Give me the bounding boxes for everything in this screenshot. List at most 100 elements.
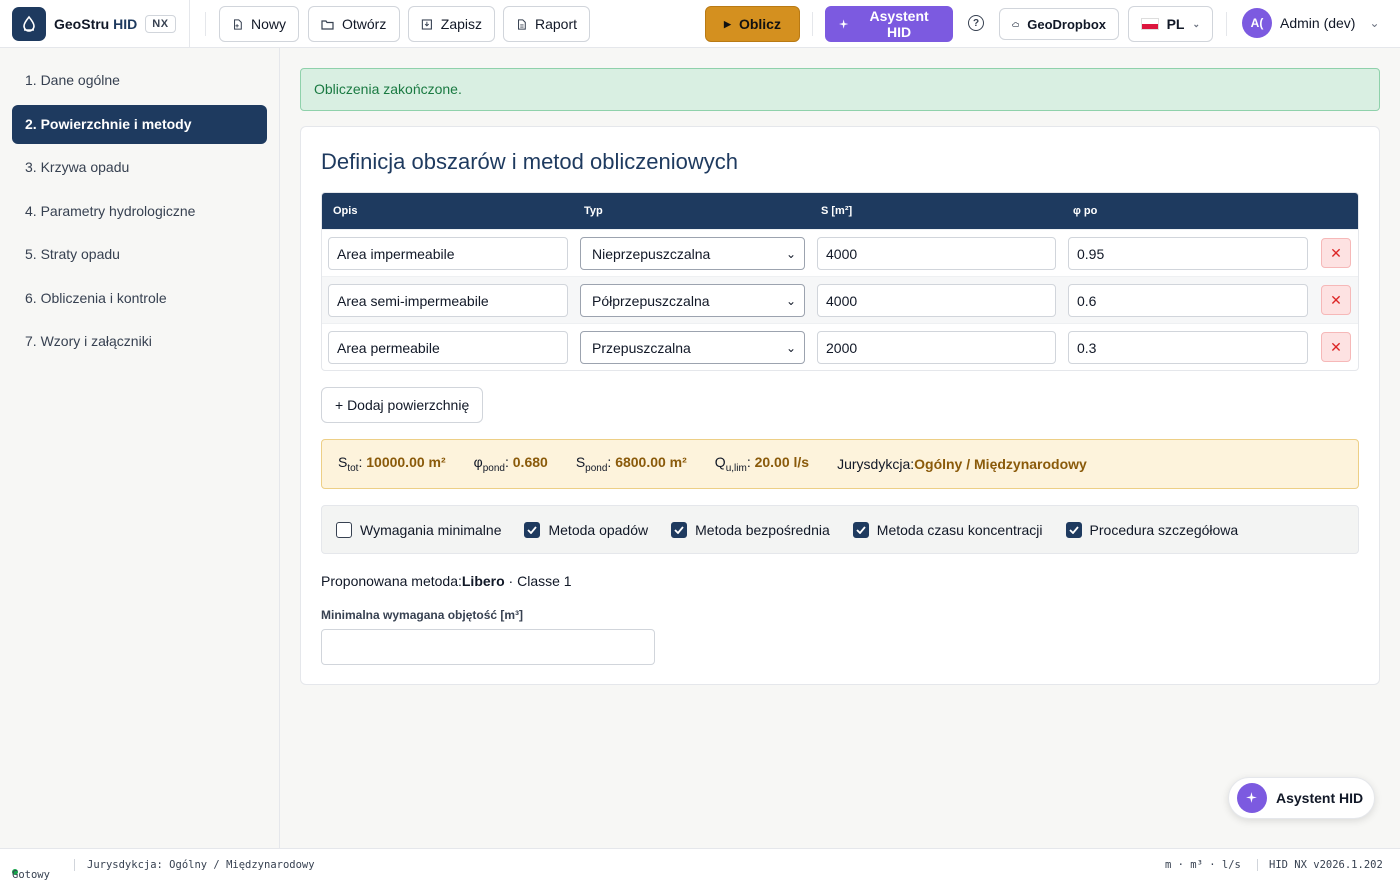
chevron-down-icon: ⌄ [1192,18,1200,29]
add-surface-button[interactable]: + Dodaj powierzchnię [321,387,484,423]
cloud-icon [1012,21,1020,27]
column-header-area: S [m²] [821,205,853,217]
language-label: PL [1166,16,1185,32]
surfaces-table: Opis Typ S [m²] φ po Nieprzepuszczalna ⌄ … [321,192,1359,371]
checkbox-checked-icon[interactable] [1065,521,1082,538]
assistant-button[interactable]: Asystent HID [825,6,953,42]
save-button[interactable]: Zapisz [408,6,495,42]
checkbox-rainfall-method[interactable]: Metoda opadów [524,521,649,538]
help-icon[interactable]: ? [968,15,984,31]
divider [74,859,75,871]
table-row: Przepuszczalna ⌄ ✕ [322,323,1358,370]
geodropbox-label: GeoDropbox [1027,16,1106,32]
checkbox-concentration-time-method[interactable]: Metoda czasu koncentracji [852,521,1043,538]
sidebar-item-losses[interactable]: 5. Straty opadu [12,235,267,274]
phi-input[interactable] [1068,284,1308,317]
phi-input[interactable] [1068,331,1308,364]
delete-row-button[interactable]: ✕ [1321,332,1351,362]
chevron-down-icon: ⌄ [1369,16,1380,30]
summary-s-pond: Spond: 6800.00 m² [575,454,687,474]
type-value: Przepuszczalna [592,339,691,356]
summary-q-lim: Qu,lim: 20.00 l/s [714,454,810,474]
checkbox-detailed-procedure[interactable]: Procedura szczegółowa [1065,521,1239,538]
column-header-type: Typ [584,205,603,217]
avatar: A( [1242,8,1272,38]
assistant-label: Asystent HID [869,8,929,40]
methods-checkboxes: Wymagania minimalne Metoda opadów Metoda… [321,505,1359,554]
summary-phi-pond: φpond: 0.680 [473,454,548,474]
status-bar: Gotowy Jurysdykcja: Ogólny / Międzynarod… [0,848,1400,880]
open-label: Otwórz [342,16,387,32]
description-input[interactable] [328,237,568,270]
checkbox-checked-icon[interactable] [524,521,541,538]
sidebar-item-general[interactable]: 1. Dane ogólne [12,61,267,100]
phi-input[interactable] [1068,237,1308,270]
checkbox-direct-method[interactable]: Metoda bezpośrednia [671,521,830,538]
status-jurisdiction: Jurysdykcja: Ogólny / Międzynarodowy [87,859,315,871]
summary-jurisdiction: Jurysdykcja:Ogólny / Międzynarodowy [837,456,1087,472]
area-input[interactable] [817,331,1056,364]
language-select[interactable]: PL ⌄ [1128,6,1213,42]
sidebar: 1. Dane ogólne 2. Powierzchnie i metody … [0,48,280,848]
summary-s-tot: Stot: 10000.00 m² [338,454,446,474]
checkbox-label: Procedura szczegółowa [1089,521,1239,538]
delete-row-button[interactable]: ✕ [1321,238,1351,268]
folder-icon [321,19,334,30]
save-icon [421,18,432,30]
top-bar: GeoStru HID NX Nowy Otwórz Zapisz Raport… [0,0,1400,48]
checkbox-label: Metoda opadów [548,521,649,538]
summary-panel: Stot: 10000.00 m² φpond: 0.680 Spond: 68… [321,439,1359,489]
new-label: Nowy [250,16,286,32]
divider [205,12,206,36]
divider [1257,859,1258,871]
sidebar-item-rain-curve[interactable]: 3. Krzywa opadu [12,148,267,187]
checkbox-unchecked-icon[interactable] [336,521,352,538]
checkbox-label: Metoda czasu koncentracji [876,521,1043,538]
column-header-phi: φ po [1073,205,1098,217]
calculate-button[interactable]: ▶ Oblicz [705,6,800,42]
open-button[interactable]: Otwórz [308,6,400,42]
sparkle-icon [838,18,849,29]
min-volume-input[interactable] [321,629,655,665]
chevron-down-icon: ⌄ [785,293,796,308]
success-alert: Obliczenia zakończone. [300,68,1380,111]
area-input[interactable] [817,237,1056,270]
new-file-icon [234,18,242,30]
type-select[interactable]: Przepuszczalna ⌄ [580,331,805,364]
checkbox-checked-icon[interactable] [671,521,688,538]
delete-row-button[interactable]: ✕ [1321,285,1351,315]
checkbox-label: Metoda bezpośrednia [695,521,830,538]
floating-assistant-button[interactable]: Asystent HID [1228,777,1375,819]
checkbox-label: Wymagania minimalne [360,521,502,538]
brand-name: GeoStru HID [54,15,138,32]
type-select[interactable]: Nieprzepuszczalna ⌄ [580,237,805,270]
description-input[interactable] [328,331,568,364]
brand-badge: NX [145,14,176,33]
page-title: Definicja obszarów i metod obliczeniowyc… [321,149,738,174]
sidebar-item-hydrology[interactable]: 4. Parametry hydrologiczne [12,192,267,231]
divider [812,12,813,36]
description-input[interactable] [328,284,568,317]
divider [1226,12,1227,36]
type-value: Półprzepuszczalna [592,292,710,309]
droplet-logo-icon [12,6,46,41]
floating-assistant-label: Asystent HID [1276,790,1364,806]
chevron-down-icon: ⌄ [785,246,796,261]
status-version: HID NX v2026.1.202 [1269,859,1383,871]
new-button[interactable]: Nowy [219,6,299,42]
type-select[interactable]: Półprzepuszczalna ⌄ [580,284,805,317]
sidebar-item-surfaces[interactable]: 2. Powierzchnie i metody [12,104,267,144]
checkbox-checked-icon[interactable] [852,521,869,538]
user-menu[interactable]: A( Admin (dev) ⌄ [1242,8,1380,38]
save-label: Zapisz [440,16,482,32]
sidebar-item-calculations[interactable]: 6. Obliczenia i kontrole [12,279,267,318]
type-value: Nieprzepuszczalna [592,245,711,262]
area-input[interactable] [817,284,1056,317]
poland-flag-icon [1141,18,1159,30]
report-button[interactable]: Raport [503,6,590,42]
geodropbox-button[interactable]: GeoDropbox [999,8,1119,40]
report-label: Raport [534,16,577,32]
checkbox-minimum-requirements[interactable]: Wymagania minimalne [336,521,502,538]
surfaces-card: Definicja obszarów i metod obliczeniowyc… [300,126,1380,685]
sidebar-item-formulas[interactable]: 7. Wzory i załączniki [12,322,267,361]
